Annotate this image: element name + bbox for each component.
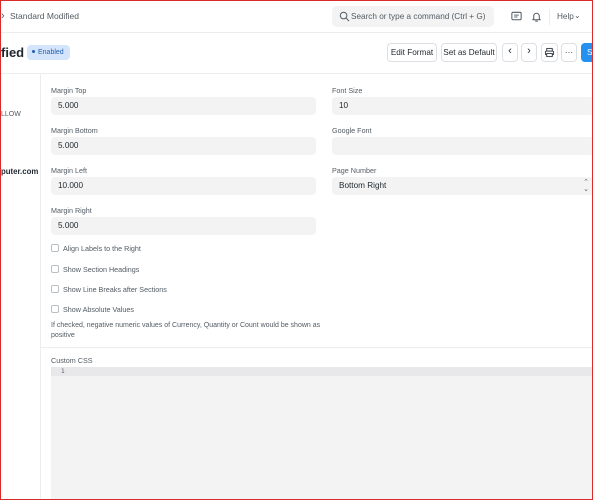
custom-css-editor[interactable]: 1 <box>51 367 592 499</box>
more-icon: ··· <box>564 48 574 57</box>
margin-bottom-label: Margin Bottom <box>51 126 98 135</box>
checkbox-label: Show Line Breaks after Sections <box>63 285 167 294</box>
sidebar-divider <box>40 74 41 499</box>
more-options-button[interactable]: ··· <box>561 43 577 62</box>
page-number-label: Page Number <box>332 166 377 175</box>
checkbox-label: Show Absolute Values <box>63 305 134 314</box>
print-button[interactable] <box>541 43 558 62</box>
navbar-separator <box>549 9 550 25</box>
margin-top-label: Margin Top <box>51 86 87 95</box>
editor-line-number: 1 <box>61 368 65 375</box>
google-font-label: Google Font <box>332 126 372 135</box>
previous-button[interactable]: ‹ <box>502 43 518 62</box>
checkbox-label: Show Section Headings <box>63 265 140 274</box>
font-size-label: Font Size <box>332 86 363 95</box>
margin-right-input[interactable]: 5.000 <box>51 217 316 235</box>
checkbox-label: Align Labels to the Right <box>63 244 141 253</box>
margin-right-label: Margin Right <box>51 206 92 215</box>
page-number-select[interactable]: Bottom Right ⌃ ⌄ <box>332 177 592 195</box>
sidebar-allow-text: LLOW <box>1 111 21 118</box>
editor-active-line <box>51 367 592 376</box>
breadcrumb[interactable]: Standard Modified <box>10 11 79 21</box>
navbar: › Standard Modified Search or type a com… <box>1 1 592 33</box>
print-icon <box>544 47 555 58</box>
chat-icon[interactable] <box>510 10 523 23</box>
search-input[interactable]: Search or type a command (Ctrl + G) <box>332 6 494 27</box>
chevron-right-icon[interactable]: › <box>1 10 5 22</box>
font-size-input[interactable]: 10 <box>332 97 592 115</box>
next-button[interactable]: › <box>521 43 537 62</box>
set-as-default-button[interactable]: Set as Default <box>441 43 497 62</box>
checkbox-box[interactable] <box>51 285 59 293</box>
checkbox-box[interactable] <box>51 265 59 273</box>
status-dot <box>32 49 35 53</box>
status-badge: Enabled <box>27 45 70 60</box>
chevron-down-icon[interactable]: ⌄ <box>574 11 581 20</box>
select-arrows-icon: ⌃ ⌄ <box>583 179 589 193</box>
app-frame: › Standard Modified Search or type a com… <box>0 0 593 500</box>
search-icon <box>339 11 350 22</box>
google-font-select[interactable] <box>332 137 592 155</box>
status-label: Enabled <box>38 49 64 56</box>
checkbox-box[interactable] <box>51 244 59 252</box>
section-divider <box>41 347 592 348</box>
header-divider <box>1 73 592 74</box>
search-placeholder: Search or type a command (Ctrl + G) <box>351 12 486 21</box>
margin-bottom-input[interactable]: 5.000 <box>51 137 316 155</box>
margin-left-input[interactable]: 10.000 <box>51 177 316 195</box>
absolute-values-help-text: If checked, negative numeric values of C… <box>51 322 321 339</box>
chevron-left-icon: ‹ <box>508 45 512 57</box>
chevron-right-icon: › <box>527 45 531 57</box>
checkbox-box[interactable] <box>51 305 59 313</box>
margin-top-input[interactable]: 5.000 <box>51 97 316 115</box>
page-title: fied <box>1 45 25 60</box>
edit-format-button[interactable]: Edit Format <box>387 43 437 62</box>
margin-left-label: Margin Left <box>51 166 87 175</box>
page-number-value: Bottom Right <box>339 181 387 190</box>
save-button[interactable]: Sa <box>581 43 592 62</box>
custom-css-label: Custom CSS <box>51 356 93 365</box>
bell-icon[interactable] <box>530 10 543 23</box>
help-menu[interactable]: Help <box>557 12 574 21</box>
sidebar-owner-email[interactable]: puter.com <box>1 167 38 176</box>
